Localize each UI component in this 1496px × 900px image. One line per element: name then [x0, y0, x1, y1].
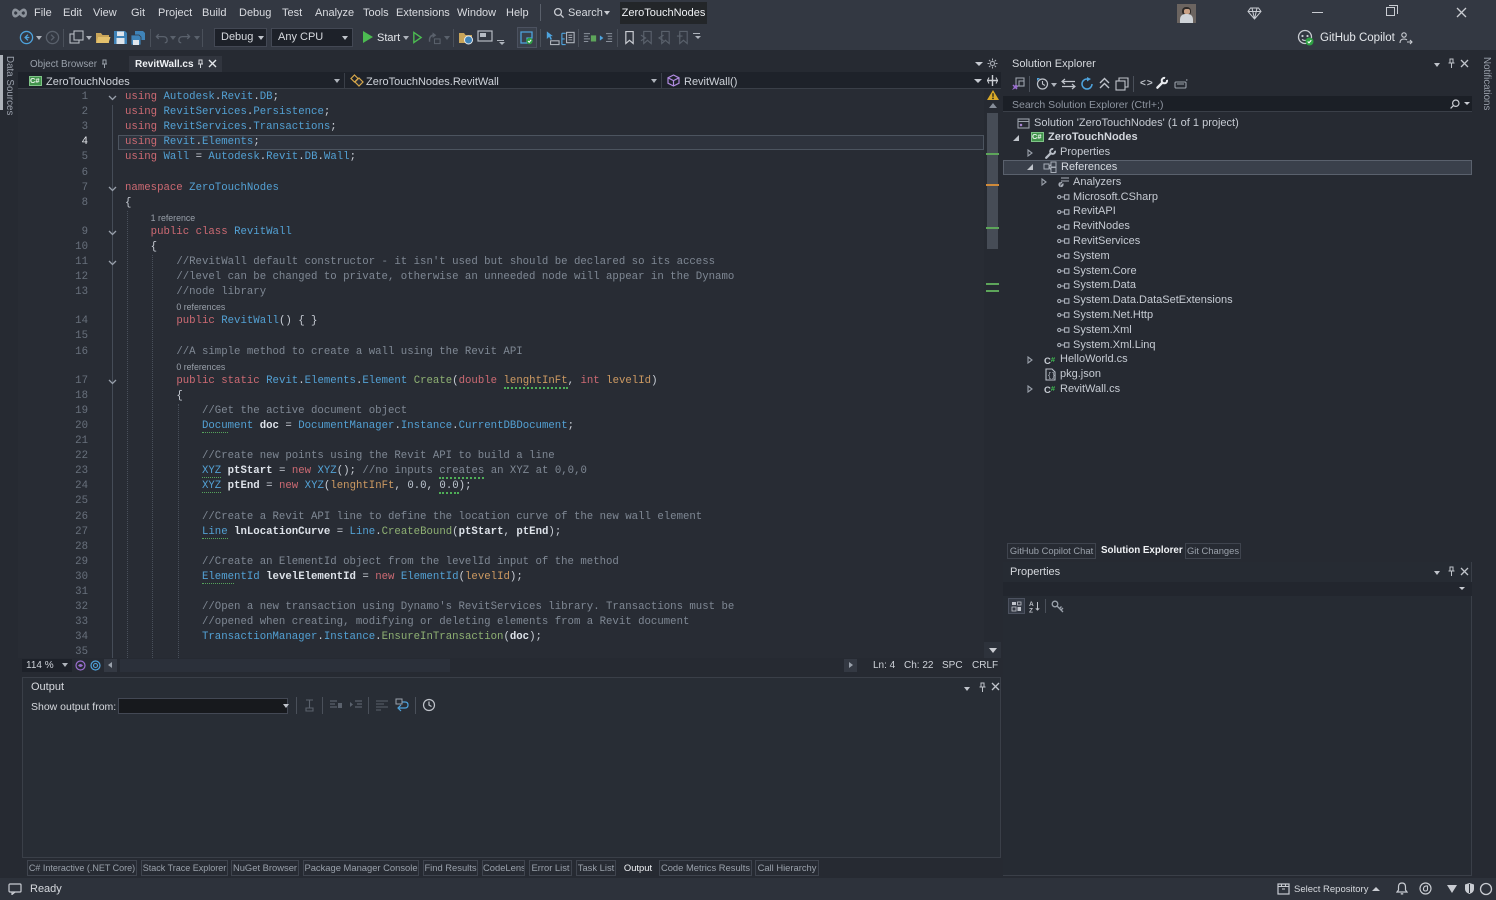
svg-text:Z: Z: [1029, 608, 1033, 614]
svg-text:i: i: [1060, 182, 1061, 188]
svg-text:{}: {}: [1047, 373, 1055, 381]
